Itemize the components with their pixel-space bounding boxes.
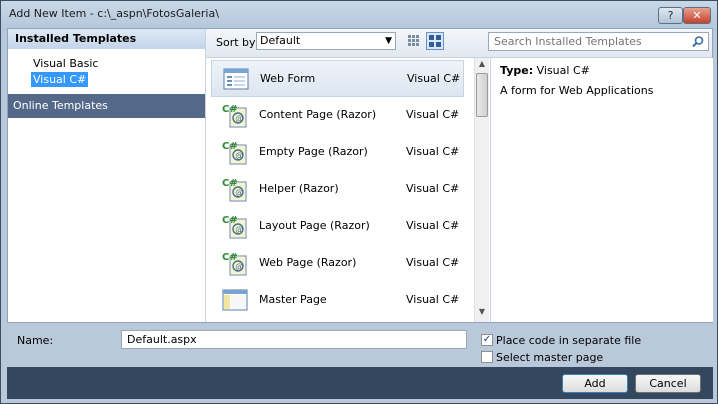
- template-language: Visual C#: [406, 182, 460, 195]
- svg-text:C#: C#: [222, 141, 238, 152]
- select-master-page-label[interactable]: Select master page: [496, 351, 603, 364]
- chevron-down-icon: ▼: [385, 36, 392, 46]
- small-icons-view-button[interactable]: [405, 32, 423, 50]
- type-line: Type: Visual C#: [500, 64, 590, 77]
- scrollbar-thumb[interactable]: [476, 73, 488, 117]
- scroll-up-arrow-icon[interactable]: ▲: [476, 59, 488, 73]
- template-tree-pane: Installed Templates Visual Basic Visual …: [8, 29, 206, 322]
- sort-by-value: Default: [260, 34, 301, 47]
- razor-page-icon: @ C#: [222, 178, 247, 202]
- list-item-master-page[interactable]: Master Page Visual C#: [211, 282, 464, 319]
- svg-text:C#: C#: [222, 178, 238, 189]
- title-bar[interactable]: Add New Item - c:\_aspn\FotosGaleria\ ? …: [1, 1, 717, 29]
- template-description: A form for Web Applications: [500, 84, 654, 97]
- type-label: Type:: [500, 64, 534, 77]
- razor-page-icon: @ C#: [222, 141, 247, 165]
- template-language: Visual C#: [407, 72, 461, 85]
- list-item-partial[interactable]: [211, 319, 464, 322]
- tree-item-visual-basic[interactable]: Visual Basic: [31, 56, 100, 71]
- add-new-item-dialog: Add New Item - c:\_aspn\FotosGaleria\ ? …: [0, 0, 718, 404]
- web-form-icon: [223, 68, 249, 90]
- sort-by-dropdown[interactable]: Default ▼: [256, 32, 396, 50]
- template-name: Helper (Razor): [259, 182, 339, 195]
- list-item-layout-page-razor[interactable]: @ C# Layout Page (Razor) Visual C#: [211, 208, 464, 245]
- svg-text:@: @: [235, 225, 243, 234]
- place-code-label[interactable]: Place code in separate file: [496, 334, 641, 347]
- template-name: Layout Page (Razor): [259, 219, 370, 232]
- medium-icons-view-button[interactable]: [426, 32, 444, 50]
- razor-page-icon: @ C#: [222, 104, 247, 128]
- search-input[interactable]: [489, 33, 690, 50]
- template-name: Master Page: [259, 293, 327, 306]
- template-language: Visual C#: [406, 293, 460, 306]
- name-input[interactable]: [121, 330, 467, 349]
- close-button[interactable]: ✕: [683, 7, 711, 24]
- select-master-page-checkbox[interactable]: [481, 351, 493, 363]
- templates-toolbar: Sort by: Default ▼: [206, 29, 712, 58]
- template-list-scrollbar[interactable]: ▲ ▼: [474, 58, 489, 322]
- scroll-down-arrow-icon[interactable]: ▼: [476, 307, 488, 321]
- template-name: Web Page (Razor): [259, 256, 357, 269]
- svg-text:@: @: [235, 151, 243, 160]
- dialog-content: Installed Templates Visual Basic Visual …: [7, 28, 713, 323]
- svg-text:@: @: [235, 188, 243, 197]
- list-item-web-form[interactable]: Web Form Visual C#: [211, 60, 464, 97]
- template-language: Visual C#: [406, 219, 460, 232]
- list-item-content-page-razor[interactable]: @ C# Content Page (Razor) Visual C#: [211, 97, 464, 134]
- medium-icons-view-icon: [429, 35, 441, 47]
- type-value: Visual C#: [536, 64, 590, 77]
- list-item-empty-page-razor[interactable]: @ C# Empty Page (Razor) Visual C#: [211, 134, 464, 171]
- svg-text:C#: C#: [222, 215, 238, 226]
- svg-text:@: @: [235, 262, 243, 271]
- help-button[interactable]: ?: [658, 7, 683, 24]
- installed-templates-header[interactable]: Installed Templates: [8, 29, 205, 49]
- template-name: Content Page (Razor): [259, 108, 377, 121]
- list-item-helper-razor[interactable]: @ C# Helper (Razor) Visual C#: [211, 171, 464, 208]
- cancel-button[interactable]: Cancel: [635, 374, 701, 393]
- template-name: Web Form: [260, 72, 316, 85]
- svg-text:C#: C#: [222, 104, 238, 115]
- template-details-pane: Type: Visual C# A form for Web Applicati…: [490, 58, 713, 322]
- small-icons-view-icon: [408, 35, 419, 46]
- svg-text:@: @: [235, 114, 243, 123]
- master-page-icon: [222, 289, 248, 311]
- search-box: [488, 32, 709, 51]
- template-list: Web Form Visual C# @ C# Content Page (Ra…: [206, 58, 474, 322]
- name-label: Name:: [17, 334, 54, 347]
- razor-page-icon: @ C#: [222, 215, 247, 239]
- razor-page-icon: @ C#: [222, 252, 247, 276]
- svg-text:C#: C#: [222, 252, 238, 263]
- sort-by-label: Sort by:: [216, 36, 259, 49]
- list-item-web-page-razor[interactable]: @ C# Web Page (Razor) Visual C#: [211, 245, 464, 282]
- online-templates-header[interactable]: Online Templates: [8, 94, 205, 118]
- window-title: Add New Item - c:\_aspn\FotosGaleria\: [9, 7, 219, 20]
- place-code-checkbox[interactable]: ✓: [481, 334, 493, 346]
- template-name: Empty Page (Razor): [259, 145, 368, 158]
- template-language: Visual C#: [406, 256, 460, 269]
- template-language: Visual C#: [406, 108, 460, 121]
- search-icon[interactable]: [691, 35, 705, 49]
- template-language: Visual C#: [406, 145, 460, 158]
- tree-item-visual-csharp[interactable]: Visual C#: [31, 72, 89, 87]
- add-button[interactable]: Add: [562, 374, 628, 393]
